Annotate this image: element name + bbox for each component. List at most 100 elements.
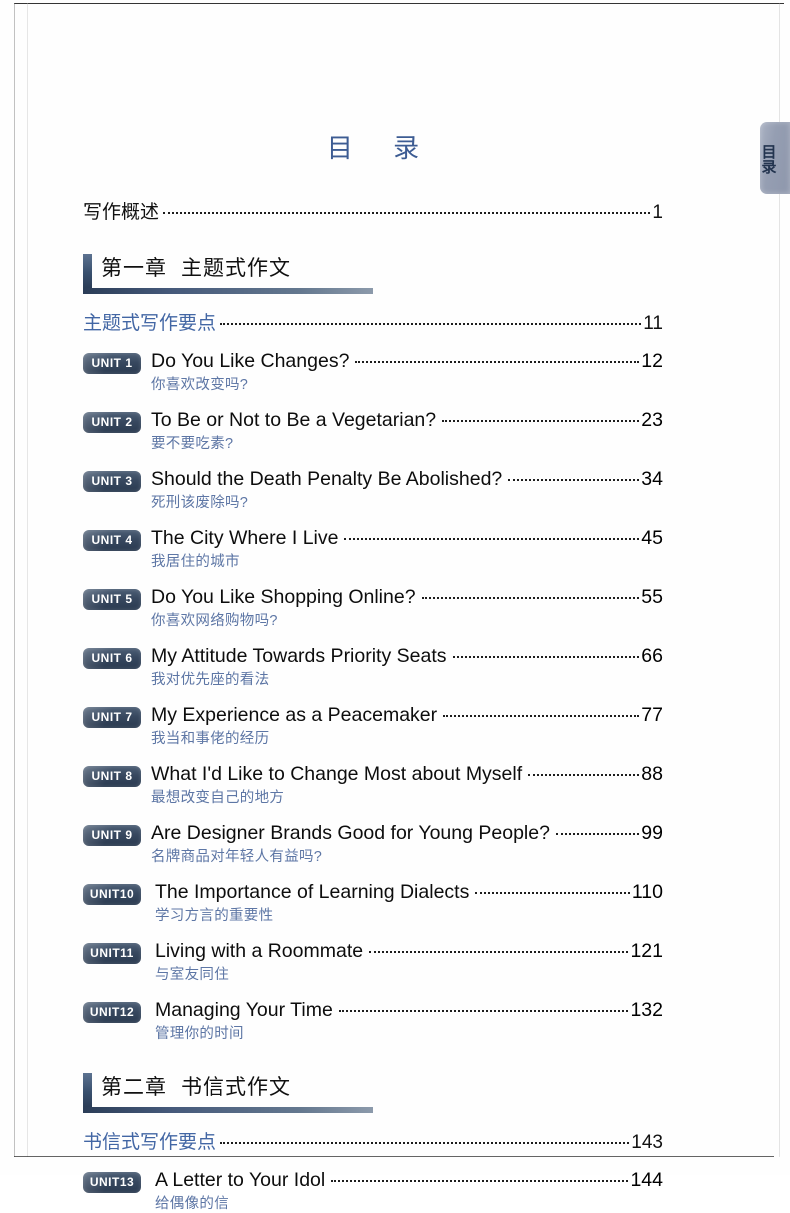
chapter-heading-text: 第一章 主题式作文: [101, 254, 663, 284]
chapter-heading: 第二章 书信式作文: [83, 1073, 663, 1113]
toc-entry-unit[interactable]: UNIT 8 What I'd Like to Change Most about…: [83, 763, 663, 807]
unit-badge: UNIT 4: [83, 530, 141, 551]
toc-entry-unit[interactable]: UNIT13 A Letter to Your Idol 144 给偶像的信: [83, 1169, 663, 1213]
chapter-bracket-underline: [83, 288, 373, 294]
leader-dots: [443, 715, 640, 717]
preface-label: 写作概述: [83, 202, 160, 223]
unit-body: The City Where I Live 45 我居住的城市: [151, 527, 663, 571]
unit-badge: UNIT 7: [83, 707, 141, 728]
unit-title-row: Do You Like Shopping Online? 55: [151, 586, 663, 609]
unit-title-row: Are Designer Brands Good for Young Peopl…: [151, 822, 663, 845]
chapter-list: 第一章 主题式作文主题式写作要点 11 UNIT 1 Do You Like Chang…: [83, 254, 663, 1213]
unit-page-number: 34: [641, 468, 663, 490]
unit-title-en: The Importance of Learning Dialects: [155, 881, 470, 903]
chapter-section: 第二章 书信式作文 书信式写作要点 143 UNIT13 A Letter to Your…: [83, 1073, 663, 1213]
unit-title-en: Are Designer Brands Good for Young Peopl…: [151, 822, 550, 844]
toc-content: 目 录 写作概述 1 第一章 主题式作文 主题式写作要点 11 UNIT 1 Do You…: [83, 0, 663, 1213]
toc-entry-unit[interactable]: UNIT 9 Are Designer Brands Good for Young…: [83, 822, 663, 866]
leader-dots: [508, 479, 640, 481]
toc-entry-unit[interactable]: UNIT 1 Do You Like Changes? 12 你喜欢改变吗?: [83, 350, 663, 394]
unit-page-number: 45: [641, 527, 663, 549]
page-border-left: [14, 3, 15, 1157]
unit-title-zh: 死刑该废除吗?: [151, 495, 249, 511]
unit-page-number: 23: [641, 409, 663, 431]
unit-title-zh: 我居住的城市: [151, 554, 240, 570]
leader-dots: [452, 656, 640, 658]
toc-entry-keypoints[interactable]: 主题式写作要点 11: [83, 308, 663, 335]
chapter-heading-text: 第二章 书信式作文: [101, 1073, 663, 1103]
unit-title-en: Should the Death Penalty Be Abolished?: [151, 468, 503, 490]
leader-dots: [344, 538, 640, 540]
toc-entry-unit[interactable]: UNIT 2 To Be or Not to Be a Vegetarian? 23…: [83, 409, 663, 453]
toc-entry-unit[interactable]: UNIT 3 Should the Death Penalty Be Abolis…: [83, 468, 663, 512]
toc-entry-unit[interactable]: UNIT 4 The City Where I Live 45 我居住的城市: [83, 527, 663, 571]
page-border-inner: [27, 3, 28, 1157]
unit-title-en: Living with a Roommate: [155, 940, 364, 962]
keypoints-page-number: 11: [643, 313, 663, 334]
unit-badge: UNIT11: [83, 943, 141, 964]
chapter-section: 第一章 主题式作文主题式写作要点 11 UNIT 1 Do You Like Chang…: [83, 254, 663, 1043]
unit-title-en: My Experience as a Peacemaker: [151, 704, 438, 726]
keypoints-label: 书信式写作要点: [83, 1132, 217, 1153]
keypoints-label: 主题式写作要点: [83, 313, 217, 334]
unit-badge: UNIT 6: [83, 648, 141, 669]
toc-entry-keypoints[interactable]: 书信式写作要点 143: [83, 1127, 663, 1154]
unit-badge: UNIT 1: [83, 353, 141, 374]
toc-entry-preface[interactable]: 写作概述 1: [83, 197, 663, 224]
unit-title-row: Living with a Roommate 121: [155, 940, 663, 963]
chapter-bracket-vertical: [83, 254, 92, 288]
unit-title-row: What I'd Like to Change Most about Mysel…: [151, 763, 663, 786]
unit-title-zh: 学习方言的重要性: [155, 908, 274, 924]
leader-dots: [355, 361, 640, 363]
unit-body: My Attitude Towards Priority Seats 66 我对优先…: [151, 645, 663, 689]
unit-page-number: 66: [641, 645, 663, 667]
unit-body: Do You Like Changes? 12 你喜欢改变吗?: [151, 350, 663, 394]
leader-dots: [528, 774, 640, 776]
unit-body: Do You Like Shopping Online? 55 你喜欢网络购物吗?: [151, 586, 663, 630]
unit-badge: UNIT 5: [83, 589, 141, 610]
chapter-heading: 第一章 主题式作文: [83, 254, 663, 294]
unit-title-row: To Be or Not to Be a Vegetarian? 23: [151, 409, 663, 432]
unit-title-zh: 我当和事佬的经历: [151, 731, 270, 747]
toc-entry-unit[interactable]: UNIT11 Living with a Roommate 121 与室友同住: [83, 940, 663, 984]
unit-title-row: Managing Your Time 132: [155, 999, 663, 1022]
unit-body: To Be or Not to Be a Vegetarian? 23 要不要吃素?: [151, 409, 663, 453]
side-thumb-tab[interactable]: 目录: [760, 122, 790, 194]
unit-badge: UNIT 3: [83, 471, 141, 492]
chapter-number: 第二章: [101, 1076, 167, 1099]
unit-badge: UNIT 2: [83, 412, 141, 433]
unit-title-zh: 名牌商品对年轻人有益吗?: [151, 849, 323, 865]
keypoints-page-number: 143: [631, 1132, 663, 1153]
leader-dots: [338, 1010, 629, 1012]
leader-dots: [369, 951, 629, 953]
unit-badge: UNIT 8: [83, 766, 141, 787]
toc-entry-unit[interactable]: UNIT 7 My Experience as a Peacemaker 77 我当和…: [83, 704, 663, 748]
unit-page-number: 77: [641, 704, 663, 726]
unit-body: A Letter to Your Idol 144 给偶像的信: [155, 1169, 663, 1213]
toc-entry-unit[interactable]: UNIT10 The Importance of Learning Dialect…: [83, 881, 663, 925]
toc-entry-unit[interactable]: UNIT12 Managing Your Time 132 管理你的时间: [83, 999, 663, 1043]
unit-title-zh: 你喜欢网络购物吗?: [151, 613, 278, 629]
unit-title-row: The City Where I Live 45: [151, 527, 663, 550]
unit-title-zh: 最想改变自己的地方: [151, 790, 285, 806]
unit-title-row: A Letter to Your Idol 144: [155, 1169, 663, 1192]
unit-body: The Importance of Learning Dialects 110 学习…: [155, 881, 663, 925]
leader-dots: [421, 597, 640, 599]
toc-entry-unit[interactable]: UNIT 6 My Attitude Towards Priority Seats…: [83, 645, 663, 689]
unit-title-row: Should the Death Penalty Be Abolished? 34: [151, 468, 663, 491]
unit-title-zh: 给偶像的信: [155, 1196, 229, 1212]
chapter-title: 书信式作文: [181, 1076, 291, 1099]
chapter-title: 主题式作文: [181, 257, 291, 280]
unit-title-en: What I'd Like to Change Most about Mysel…: [151, 763, 523, 785]
unit-title-zh: 管理你的时间: [155, 1026, 244, 1042]
unit-body: My Experience as a Peacemaker 77 我当和事佬的经历: [151, 704, 663, 748]
unit-title-en: Do You Like Shopping Online?: [151, 586, 416, 608]
toc-entry-unit[interactable]: UNIT 5 Do You Like Shopping Online? 55 你喜欢网…: [83, 586, 663, 630]
unit-badge: UNIT10: [83, 884, 141, 905]
unit-title-en: A Letter to Your Idol: [155, 1169, 326, 1191]
side-thumb-tab-label: 目录: [759, 144, 777, 174]
unit-body: What I'd Like to Change Most about Mysel…: [151, 763, 663, 807]
unit-page-number: 132: [630, 999, 663, 1021]
unit-title-en: The City Where I Live: [151, 527, 339, 549]
unit-title-zh: 你喜欢改变吗?: [151, 377, 249, 393]
